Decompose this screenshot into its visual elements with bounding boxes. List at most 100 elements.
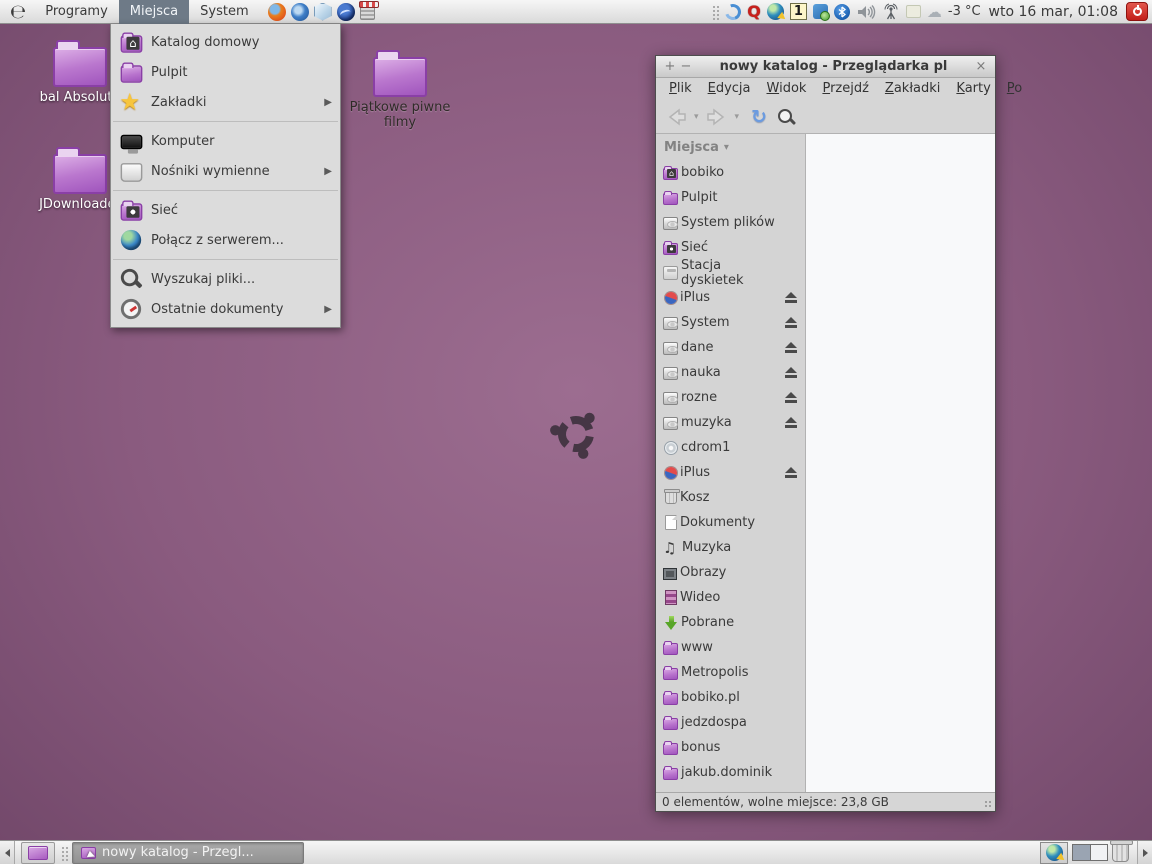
- place-icon: [663, 693, 678, 705]
- sidebar-place-item[interactable]: jedzdospa: [656, 710, 805, 735]
- screensaver-tray-icon[interactable]: [906, 5, 921, 18]
- cube-3d-icon[interactable]: [314, 3, 332, 21]
- sidebar-place-item[interactable]: muzyka: [656, 410, 805, 435]
- sidebar-place-item[interactable]: Stacja dyskietek: [656, 260, 805, 285]
- eject-button[interactable]: [784, 417, 797, 429]
- sidebar-place-item[interactable]: System: [656, 310, 805, 335]
- messenger-swirl-icon[interactable]: [723, 1, 744, 22]
- sidebar-place-item[interactable]: jakub.dominik: [656, 760, 805, 785]
- trash-applet-icon[interactable]: [1112, 843, 1129, 862]
- menu-item-wyszukaj-pliki[interactable]: Wyszukaj pliki...: [111, 264, 340, 294]
- panel-menu-item[interactable]: Programy: [34, 0, 119, 24]
- spring-toy-icon[interactable]: [360, 3, 375, 20]
- show-desktop-button[interactable]: [21, 842, 55, 864]
- eject-button[interactable]: [784, 392, 797, 404]
- tray-handle[interactable]: [711, 4, 719, 20]
- sidebar-place-item[interactable]: Muzyka: [656, 535, 805, 560]
- panel-hide-left-button[interactable]: [0, 841, 15, 864]
- menu-item-ostatnie-dokumenty[interactable]: Ostatnie dokumenty: [111, 294, 340, 324]
- menubar-item[interactable]: Przejdź: [815, 78, 875, 100]
- file-list-area[interactable]: [806, 134, 995, 792]
- maximize-button[interactable]: [662, 57, 678, 77]
- menu-item-siec[interactable]: Sieć: [111, 195, 340, 225]
- titlebar[interactable]: nowy katalog - Przeglądarka pl: [656, 56, 995, 78]
- sidebar-place-item[interactable]: Kosz: [656, 485, 805, 510]
- workspace-2[interactable]: [1091, 845, 1108, 860]
- power-button[interactable]: [1126, 2, 1148, 21]
- thunderbird-icon[interactable]: [291, 3, 309, 21]
- sidebar-place-item[interactable]: bobiko: [656, 160, 805, 185]
- eject-button[interactable]: [784, 367, 797, 379]
- place-label: jedzdospa: [681, 715, 747, 730]
- menubar-item[interactable]: Widok: [760, 78, 814, 100]
- menu-item-zakladki[interactable]: Zakładki: [111, 87, 340, 117]
- eject-button[interactable]: [784, 342, 797, 354]
- place-label: Wideo: [680, 590, 720, 605]
- minimize-button[interactable]: [678, 57, 694, 77]
- sidebar-place-item[interactable]: dane: [656, 335, 805, 360]
- place-label: Dokumenty: [680, 515, 755, 530]
- temperature-readout[interactable]: -3 °C: [948, 4, 981, 19]
- sidebar-place-item[interactable]: System plików: [656, 210, 805, 235]
- menubar-item[interactable]: Plik: [662, 78, 699, 100]
- sidebar-place-item[interactable]: Wideo: [656, 585, 805, 610]
- sidebar-place-item[interactable]: rozne: [656, 385, 805, 410]
- downloader-globe-icon[interactable]: [767, 3, 784, 20]
- sidebar-place-item[interactable]: bobiko.pl: [656, 685, 805, 710]
- menu-item-pulpit[interactable]: Pulpit: [111, 57, 340, 87]
- desktop-icon-piatkowe-piwne-filmy[interactable]: Piątkowe piwne filmy: [345, 48, 455, 130]
- workspace-switcher[interactable]: [1072, 844, 1108, 861]
- menubar-item[interactable]: Po: [1000, 78, 1029, 100]
- downloader-globe-tray-slot[interactable]: [1040, 842, 1068, 864]
- menu-item-nosniki-wymienne[interactable]: Nośniki wymienne: [111, 156, 340, 186]
- sidebar-place-item[interactable]: Pulpit: [656, 185, 805, 210]
- menubar-item[interactable]: Edycja: [701, 78, 758, 100]
- taskbar-handle[interactable]: [60, 845, 68, 861]
- volume-icon[interactable]: [856, 4, 876, 20]
- eject-button[interactable]: [784, 467, 797, 479]
- sidebar-place-item[interactable]: Sieć: [656, 235, 805, 260]
- sidebar-place-item[interactable]: Obrazy: [656, 560, 805, 585]
- back-button[interactable]: [664, 107, 688, 127]
- sidebar-place-item[interactable]: Dokumenty: [656, 510, 805, 535]
- sidebar-place-item[interactable]: Pobrane: [656, 610, 805, 635]
- back-dropdown-icon[interactable]: ▾: [694, 112, 699, 122]
- bluetooth-icon[interactable]: [834, 4, 850, 20]
- dropbox-icon[interactable]: [813, 4, 828, 19]
- folder-icon: [120, 65, 142, 82]
- menu-item-katalog-domowy[interactable]: Katalog domowy: [111, 27, 340, 57]
- search-button[interactable]: [777, 108, 795, 126]
- sidebar-place-item[interactable]: nauka: [656, 360, 805, 385]
- file-browser-window: nowy katalog - Przeglądarka pl PlikEdycj…: [655, 55, 996, 812]
- wireless-antenna-icon[interactable]: [882, 3, 900, 20]
- place-label: iPlus: [680, 290, 710, 305]
- sidebar-place-item[interactable]: www: [656, 635, 805, 660]
- sidebar-header-dropdown[interactable]: Miejsca: [656, 134, 805, 160]
- eject-button[interactable]: [784, 317, 797, 329]
- sidebar-place-item[interactable]: bonus: [656, 735, 805, 760]
- menu-item-komputer[interactable]: Komputer: [111, 126, 340, 156]
- resize-grip[interactable]: [984, 800, 993, 809]
- workspace-1[interactable]: [1073, 845, 1091, 860]
- forward-button[interactable]: [705, 107, 729, 127]
- web-planet-icon[interactable]: [337, 3, 355, 21]
- menubar-item[interactable]: Karty: [949, 78, 997, 100]
- keyboard-layout-indicator[interactable]: 1: [790, 3, 807, 20]
- refresh-button[interactable]: ↻: [751, 105, 767, 129]
- firefox-icon[interactable]: [268, 3, 286, 21]
- close-button[interactable]: [973, 57, 989, 77]
- forward-dropdown-icon[interactable]: ▾: [735, 112, 740, 122]
- sidebar-place-item[interactable]: cdrom1: [656, 435, 805, 460]
- qnapi-icon[interactable]: Q: [747, 3, 761, 21]
- sidebar-place-item[interactable]: Metropolis: [656, 660, 805, 685]
- eject-button[interactable]: [784, 292, 797, 304]
- panel-hide-right-button[interactable]: [1137, 841, 1152, 864]
- panel-menu-item[interactable]: System: [189, 0, 259, 24]
- menubar-item[interactable]: Zakładki: [878, 78, 947, 100]
- sidebar-place-item[interactable]: iPlus: [656, 285, 805, 310]
- menu-item-polacz-z-serwerem[interactable]: Połącz z serwerem...: [111, 225, 340, 255]
- clock[interactable]: wto 16 mar, 01:08: [989, 4, 1118, 20]
- sidebar-place-item[interactable]: iPlus: [656, 460, 805, 485]
- taskbar-window-button[interactable]: nowy katalog - Przegl...: [72, 842, 304, 864]
- panel-menu-item[interactable]: Miejsca: [119, 0, 189, 24]
